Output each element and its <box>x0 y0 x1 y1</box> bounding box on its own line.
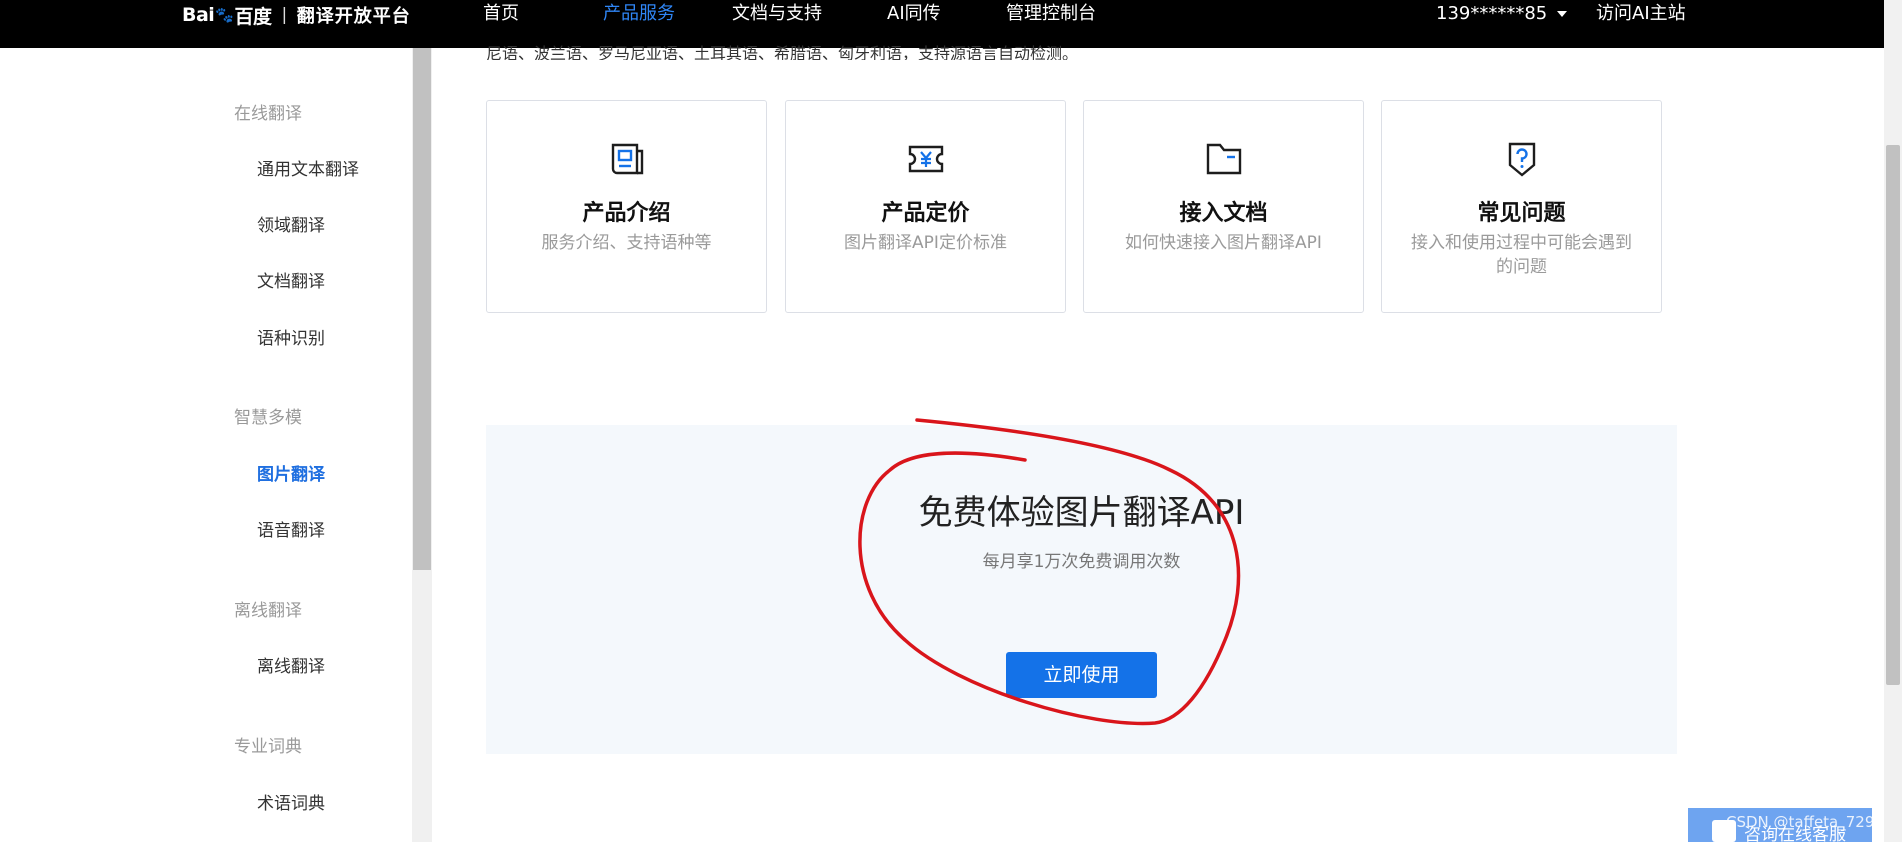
card-title: 接入文档 <box>1179 201 1268 226</box>
promo-title: 免费体验图片翻译API <box>918 493 1245 533</box>
logo-bai-text: Bai <box>182 4 215 26</box>
sidebar-item-language-detect[interactable]: 语种识别 <box>257 324 325 349</box>
card-description: 如何快速接入图片翻译API <box>1125 233 1322 253</box>
intro-text-partial: 尼语、波兰语、罗马尼亚语、土耳其语、希腊语、匈牙利语，支持源语言自动检测。 <box>486 44 1079 60</box>
sidebar-item-image-translation[interactable]: 图片翻译 <box>257 460 325 485</box>
page-scrollbar-thumb[interactable] <box>1886 145 1900 685</box>
card-description: 接入和使用过程中可能会遇到的问题 <box>1411 233 1632 277</box>
chevron-down-icon <box>1557 11 1568 17</box>
sidebar-item-term-dictionary[interactable]: 术语词典 <box>257 789 325 814</box>
sidebar-group-dictionary: 专业词典 <box>234 737 302 757</box>
sidebar-scrollbar-thumb[interactable] <box>413 48 431 570</box>
sidebar-item-general-text[interactable]: 通用文本翻译 <box>257 155 359 180</box>
promo-subtitle: 每月享1万次免费调用次数 <box>982 552 1181 572</box>
card-title: 常见问题 <box>1477 201 1566 226</box>
csdn-watermark: CSDN @taffeta_7295 <box>1726 813 1884 831</box>
card-description: 服务介绍、支持语种等 <box>541 233 712 253</box>
free-trial-banner: 免费体验图片翻译API 每月享1万次免费调用次数 立即使用 <box>486 425 1677 754</box>
sidebar-group-offline: 离线翻译 <box>234 601 302 621</box>
folder-icon <box>1206 143 1241 175</box>
use-now-button[interactable]: 立即使用 <box>1006 652 1157 698</box>
document-icon <box>611 143 643 175</box>
sidebar-item-document[interactable]: 文档翻译 <box>257 267 325 292</box>
pricing-ticket-icon <box>908 145 943 173</box>
card-title: 产品定价 <box>881 201 970 226</box>
sidebar-item-domain[interactable]: 领域翻译 <box>257 211 325 236</box>
card-description: 图片翻译API定价标准 <box>844 233 1007 253</box>
nav-ai-interpretation[interactable]: AI同传 <box>887 0 941 27</box>
account-menu[interactable]: 139******85 <box>1436 0 1568 27</box>
sidebar-item-speech[interactable]: 语音翻译 <box>257 516 325 541</box>
card-product-intro[interactable]: 产品介绍 服务介绍、支持语种等 <box>486 100 767 313</box>
baidu-paw-icon: 🐾 <box>215 6 234 24</box>
card-pricing[interactable]: 产品定价 图片翻译API定价标准 <box>785 100 1066 313</box>
logo-baidu-cn-text: 百度 <box>234 5 273 28</box>
logo-separator: | <box>281 5 288 25</box>
card-faq[interactable]: 常见问题 接入和使用过程中可能会遇到的问题 <box>1381 100 1662 313</box>
sidebar-group-multimodal: 智慧多模 <box>234 408 302 428</box>
nav-products[interactable]: 产品服务 <box>603 0 675 27</box>
sidebar-item-offline[interactable]: 离线翻译 <box>257 652 325 677</box>
visit-ai-link[interactable]: 访问AI主站 <box>1596 0 1686 27</box>
logo-platform-text: 翻译开放平台 <box>296 6 411 27</box>
nav-console[interactable]: 管理控制台 <box>1006 0 1096 27</box>
account-name: 139******85 <box>1436 3 1548 24</box>
baidu-translate-logo[interactable]: Bai 🐾 百度 | 翻译开放平台 <box>182 0 411 30</box>
nav-home[interactable]: 首页 <box>483 0 519 27</box>
question-shield-icon <box>1508 142 1535 177</box>
nav-docs-support[interactable]: 文档与支持 <box>732 0 822 27</box>
sidebar: 在线翻译 通用文本翻译 领域翻译 文档翻译 语种识别 智慧多模 图片翻译 语音翻… <box>0 48 412 842</box>
sidebar-group-online: 在线翻译 <box>234 104 302 124</box>
card-title: 产品介绍 <box>582 201 671 226</box>
card-access-docs[interactable]: 接入文档 如何快速接入图片翻译API <box>1083 100 1364 313</box>
